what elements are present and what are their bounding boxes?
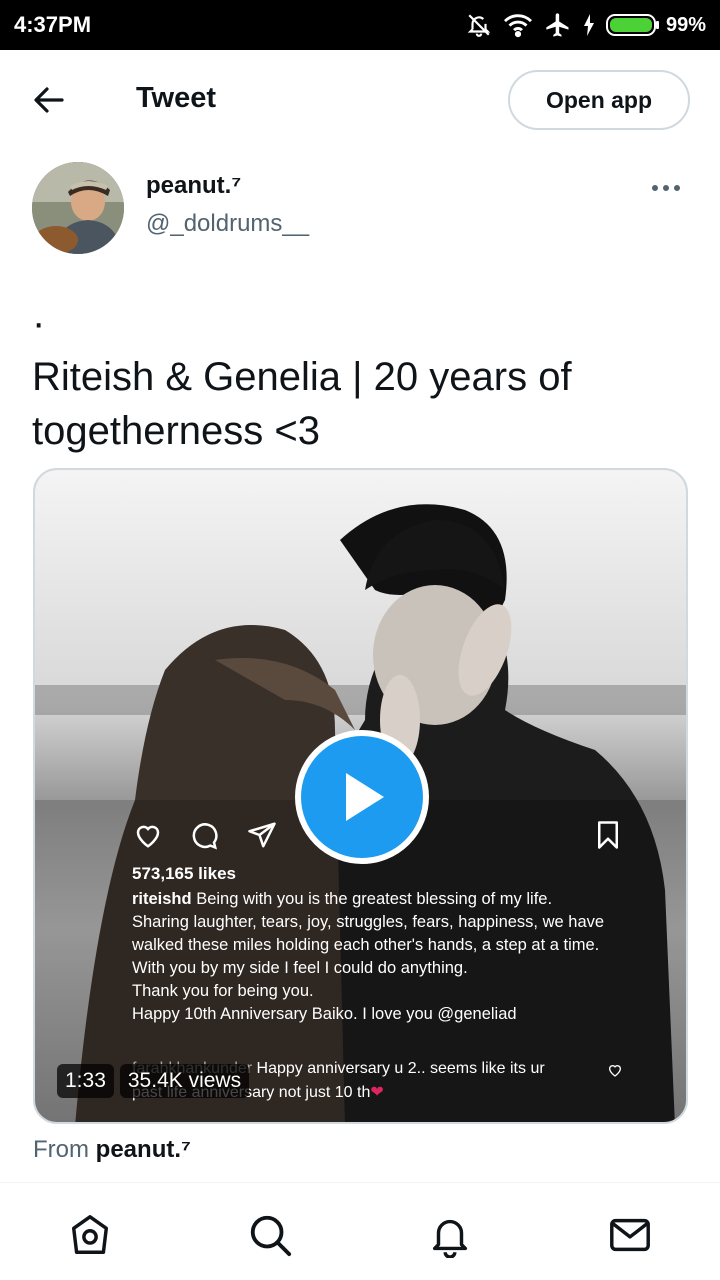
wifi-icon	[503, 14, 532, 38]
header: Tweet Open app	[0, 50, 720, 148]
author-handle[interactable]: @_doldrums__	[146, 210, 309, 238]
messages-icon	[610, 1218, 650, 1252]
from-name: peanut.⁷	[95, 1136, 191, 1163]
embedded-caption: riteishd Being with you is the greatest …	[132, 888, 632, 1026]
notifications-icon	[432, 1219, 468, 1258]
back-button[interactable]	[32, 84, 68, 116]
embedded-caption-line: With you by my side I feel I could do an…	[132, 959, 468, 977]
video-player[interactable]: 573,165 likes riteishd Being with you is…	[33, 468, 688, 1124]
red-heart-emoji: ❤	[370, 1084, 384, 1101]
heart-icon	[136, 825, 160, 848]
avatar[interactable]	[32, 162, 124, 254]
embedded-likes-count: 573,165 likes	[132, 864, 236, 883]
page-title: Tweet	[136, 82, 217, 114]
embedded-caption-user: riteishd	[132, 890, 192, 908]
comment-icon	[192, 823, 218, 850]
more-horizontal-icon	[652, 185, 658, 191]
more-button[interactable]	[652, 180, 688, 196]
embedded-caption-line: Sharing laughter, tears, joy, struggles,…	[132, 913, 605, 954]
play-icon	[346, 773, 384, 821]
video-duration: 1:33	[57, 1064, 114, 1098]
bottom-nav	[0, 1182, 720, 1280]
play-button[interactable]	[295, 730, 429, 864]
bookmark-icon	[598, 821, 618, 849]
status-time: 4:37PM	[14, 12, 92, 37]
nav-home[interactable]	[66, 1211, 114, 1259]
embedded-caption-line: Thank you for being you.	[132, 982, 314, 1000]
author-name[interactable]: peanut.⁷	[146, 172, 241, 200]
arrow-left-icon	[34, 87, 64, 113]
video-views: 35.4K views	[119, 1064, 250, 1098]
status-bar: 4:37PM 99%	[0, 0, 720, 50]
from-attribution[interactable]: From peanut.⁷	[33, 1136, 191, 1164]
battery-icon	[605, 14, 659, 36]
embedded-caption-line: Being with you is the greatest blessing …	[196, 890, 553, 908]
from-prefix: From	[33, 1136, 89, 1163]
share-icon	[248, 822, 276, 848]
airplane-mode-icon	[546, 13, 569, 37]
nav-messages[interactable]	[606, 1211, 654, 1259]
video-badges: 1:33 35.4K views	[57, 1064, 250, 1098]
embedded-comment-text: Happy anniversary u 2.. seems like its u…	[256, 1060, 545, 1077]
notifications-off-icon	[467, 14, 491, 37]
open-app-button[interactable]: Open app	[508, 70, 690, 130]
status-icons: 99%	[466, 11, 706, 39]
home-icon	[71, 1215, 109, 1254]
comment-like-icon	[608, 1065, 622, 1077]
battery-percent: 99%	[665, 13, 706, 36]
embedded-caption-line: Happy 10th Anniversary Baiko. I love you…	[132, 1005, 517, 1023]
nav-search[interactable]	[246, 1211, 294, 1259]
charging-icon	[583, 14, 594, 36]
tweet-text: · Riteish & Genelia | 20 years of togeth…	[32, 301, 572, 453]
nav-notifications[interactable]	[426, 1211, 474, 1259]
search-icon	[250, 1215, 292, 1257]
battery: 99%	[605, 13, 706, 37]
avatar-image	[32, 162, 124, 254]
